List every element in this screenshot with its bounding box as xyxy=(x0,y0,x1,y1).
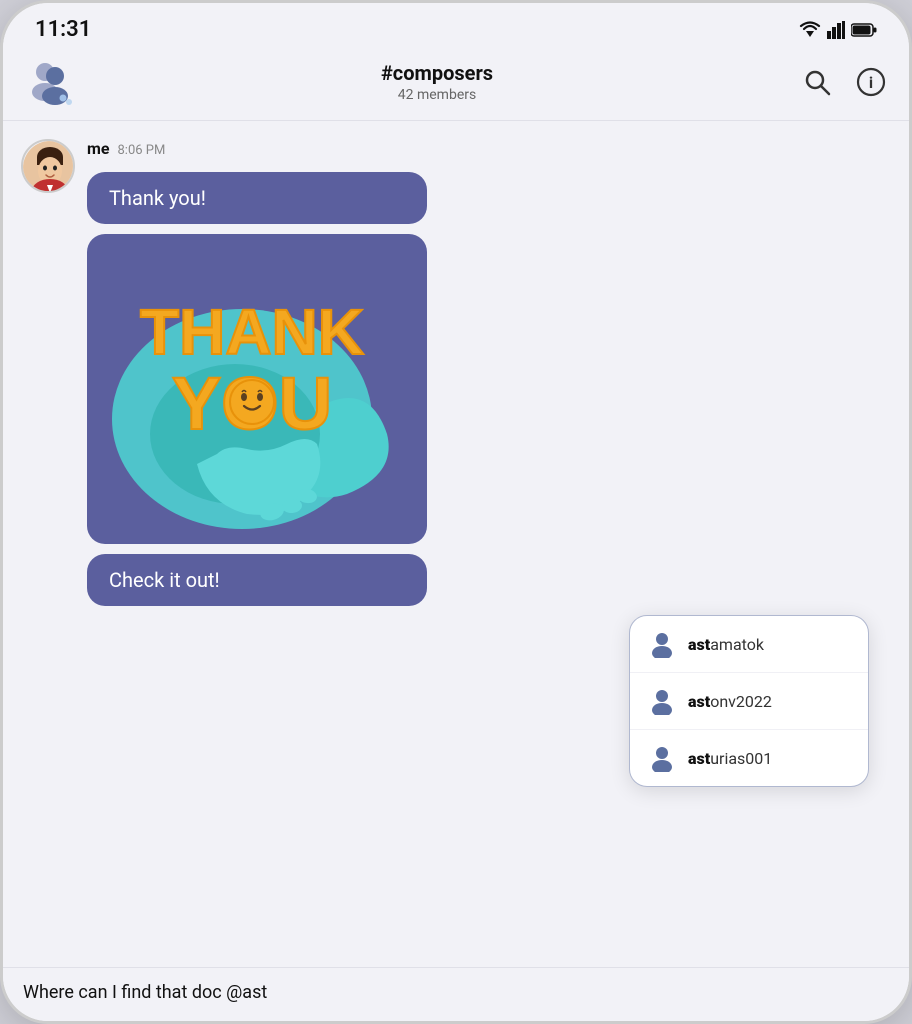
message-input-text[interactable]: Where can I find that doc @ast xyxy=(23,982,889,1003)
message-bubble-1: Thank you! xyxy=(87,172,427,224)
status-time: 11:31 xyxy=(35,17,91,42)
status-bar: 11:31 xyxy=(3,3,909,48)
phone-frame: 11:31 xyxy=(0,0,912,1024)
group-icon xyxy=(23,56,75,108)
channel-name: #composers xyxy=(87,61,787,85)
autocomplete-name-2: astonv2022 xyxy=(688,692,772,711)
header-actions: i xyxy=(799,64,889,100)
info-button[interactable]: i xyxy=(853,64,889,100)
svg-text:THANK: THANK xyxy=(140,296,364,368)
search-button[interactable] xyxy=(799,64,835,100)
user-avatar-img xyxy=(23,141,75,193)
input-area: Where can I find that doc @ast xyxy=(3,967,909,1021)
message-time: 8:06 PM xyxy=(118,143,166,158)
search-icon xyxy=(803,68,831,96)
autocomplete-item-2[interactable]: astonv2022 xyxy=(630,673,868,730)
wifi-icon xyxy=(799,21,821,39)
group-avatar xyxy=(23,56,75,108)
user-icon-2 xyxy=(648,687,676,715)
chat-area: me 8:06 PM Thank you! xyxy=(3,121,909,967)
message-row: me 8:06 PM Thank you! xyxy=(21,139,891,606)
avatar xyxy=(21,139,75,193)
status-icons xyxy=(799,21,877,39)
channel-header: #composers 42 members i xyxy=(3,48,909,121)
battery-icon xyxy=(851,23,877,37)
signal-icon xyxy=(827,21,845,39)
autocomplete-item-3[interactable]: asturias001 xyxy=(630,730,868,786)
autocomplete-dropdown: astamatok astonv2022 a xyxy=(629,615,869,787)
user-icon-3 xyxy=(648,744,676,772)
autocomplete-name-3: asturias001 xyxy=(688,749,772,768)
sender-name: me xyxy=(87,139,110,158)
header-center: #composers 42 members xyxy=(87,61,787,103)
info-icon: i xyxy=(856,67,886,97)
svg-text:i: i xyxy=(869,73,873,92)
autocomplete-name-1: astamatok xyxy=(688,635,764,654)
thankyou-sticker: THANK YOU xyxy=(87,234,427,544)
autocomplete-item-1[interactable]: astamatok xyxy=(630,616,868,673)
member-count: 42 members xyxy=(87,87,787,103)
message-bubble-3: Check it out! xyxy=(87,554,427,606)
sticker-bubble: THANK YOU xyxy=(87,234,427,544)
sender-info: me 8:06 PM xyxy=(87,139,427,158)
messages-column: me 8:06 PM Thank you! xyxy=(87,139,427,606)
user-icon-1 xyxy=(648,630,676,658)
